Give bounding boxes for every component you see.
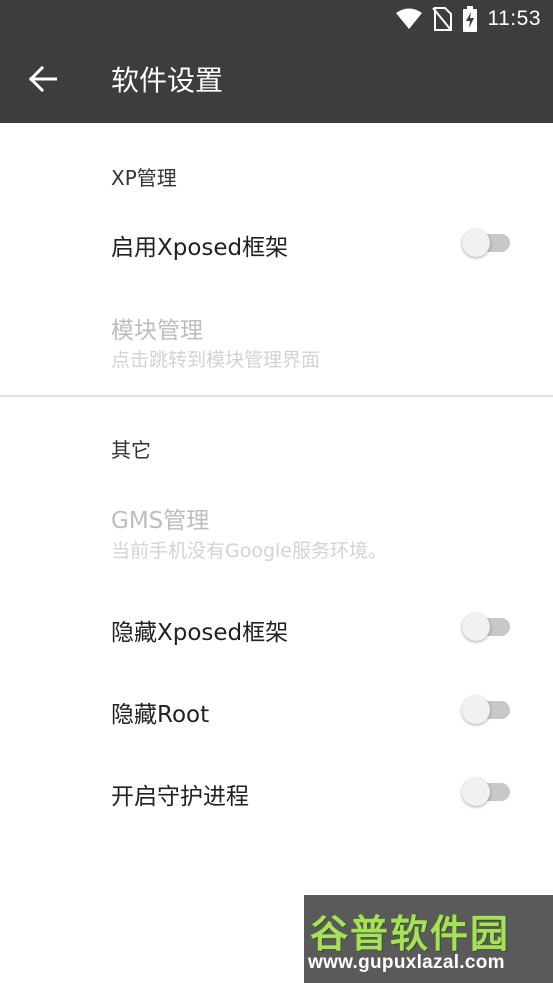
hide-xposed-switch[interactable] xyxy=(462,609,512,643)
hide-root-switch[interactable] xyxy=(462,692,512,726)
switch-thumb xyxy=(462,696,490,724)
hide-xposed-label: 隐藏Xposed框架 xyxy=(111,620,289,646)
arrow-back-icon xyxy=(28,65,58,96)
watermark-text: 谷普软件园 xyxy=(310,912,511,956)
section-divider xyxy=(0,395,553,397)
watermark-url: www.gupuxlazal.com xyxy=(308,952,505,973)
back-button[interactable] xyxy=(24,62,62,100)
module-management-title: 模块管理 xyxy=(111,318,203,344)
section-header-xp: XP管理 xyxy=(111,166,177,190)
watermark-logo: 谷普软件园 www.gupuxlazal.com xyxy=(304,895,553,983)
switch-thumb xyxy=(462,778,490,806)
status-icons: 11:53 xyxy=(395,6,542,32)
battery-charging-icon xyxy=(462,6,478,32)
page-title: 软件设置 xyxy=(111,64,224,97)
enable-xposed-switch[interactable] xyxy=(462,225,512,259)
app-bar: 软件设置 xyxy=(0,38,553,123)
status-time: 11:53 xyxy=(487,7,541,30)
setting-enable-xposed-label: 启用Xposed框架 xyxy=(111,235,289,261)
daemon-label: 开启守护进程 xyxy=(111,784,249,810)
wifi-icon xyxy=(395,8,422,30)
switch-thumb xyxy=(462,229,490,257)
switch-thumb xyxy=(462,613,490,641)
gms-management-subtitle: 当前手机没有Google服务环境。 xyxy=(111,540,388,562)
no-sim-icon xyxy=(431,7,452,31)
status-bar: 11:53 xyxy=(0,0,553,38)
daemon-switch[interactable] xyxy=(462,774,512,808)
module-management-subtitle: 点击跳转到模块管理界面 xyxy=(111,349,321,371)
gms-management-title: GMS管理 xyxy=(111,508,210,534)
section-header-other: 其它 xyxy=(111,438,151,462)
hide-root-label: 隐藏Root xyxy=(111,702,210,728)
